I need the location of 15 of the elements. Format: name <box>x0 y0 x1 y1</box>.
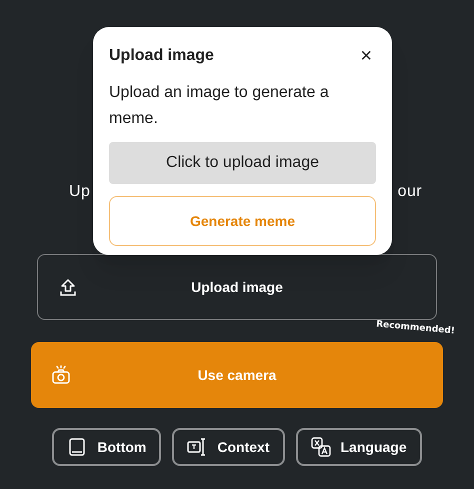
upload-icon <box>58 277 78 297</box>
translate-icon <box>310 437 330 457</box>
upload-button[interactable]: Click to upload image <box>109 142 376 184</box>
option-button[interactable]: Bottom <box>52 428 162 466</box>
text-box-icon <box>187 437 208 457</box>
option-button[interactable]: Language <box>296 428 422 466</box>
option-button[interactable]: Context <box>172 428 284 466</box>
camera-icon <box>51 365 71 385</box>
panel-icon <box>67 437 88 457</box>
dialog-title: Upload image <box>109 46 214 66</box>
recommended-label: Recommended! <box>376 320 456 336</box>
close-button[interactable]: × <box>360 46 376 66</box>
subtitle-text: our <box>398 182 422 202</box>
subtitle-text: Up <box>69 182 90 202</box>
dialog-description: Upload an image to generate a meme. <box>109 83 330 129</box>
